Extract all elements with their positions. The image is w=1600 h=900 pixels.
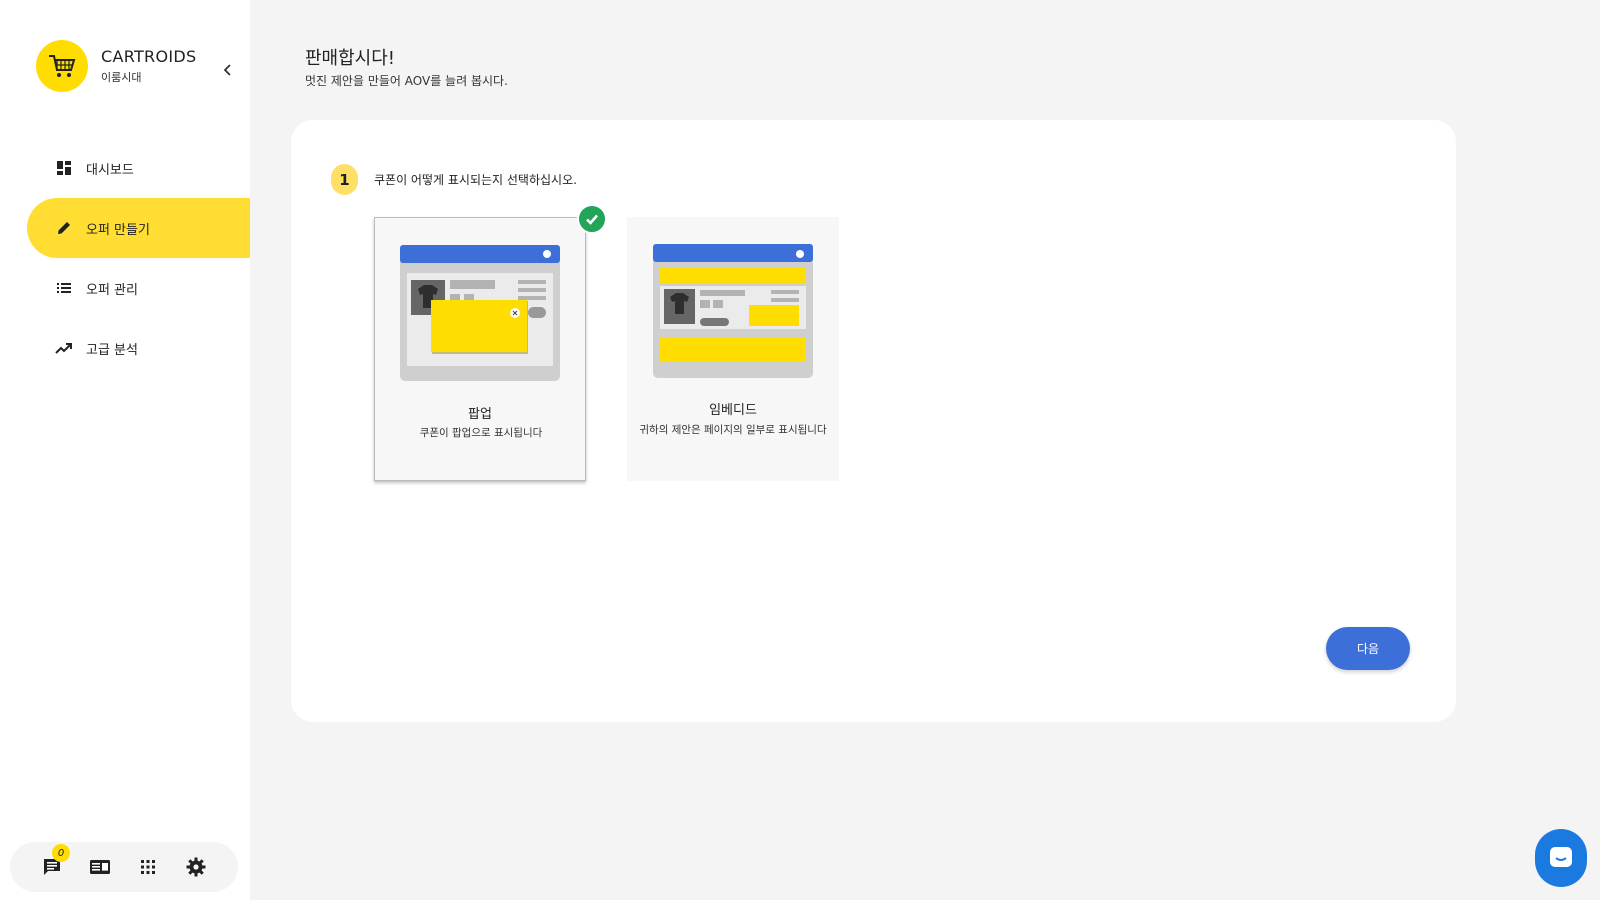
popup-illustration <box>400 245 560 381</box>
article-icon <box>90 860 110 874</box>
sidebar-item-manage-offers[interactable]: 오퍼 관리 <box>0 258 250 318</box>
step-header: 1 쿠폰이 어떻게 표시되는지 선택하십시오. <box>331 164 577 195</box>
sidebar-item-label: 오퍼 관리 <box>86 282 138 298</box>
settings-button[interactable] <box>185 856 207 878</box>
sidebar: CARTROIDS 이룸시대 대시보드 오퍼 만들기 오퍼 관리 고급 분석 0 <box>0 0 250 900</box>
brand-subtitle: 이룸시대 <box>101 71 142 84</box>
cart-logo-icon <box>36 40 88 92</box>
apps-button[interactable] <box>137 856 159 878</box>
sidebar-item-label: 고급 분석 <box>86 342 138 358</box>
sidebar-footer: 0 <box>10 842 238 892</box>
offer-setup-card: 1 쿠폰이 어떻게 표시되는지 선택하십시오. 팝업 쿠폰이 팝업으로 표시됩니… <box>291 120 1456 722</box>
chat-widget-icon <box>1550 847 1572 867</box>
option-description: 쿠폰이 팝업으로 표시됩니다 <box>419 427 543 439</box>
brand: CARTROIDS 이룸시대 <box>36 40 196 92</box>
step-instruction: 쿠폰이 어떻게 표시되는지 선택하십시오. <box>374 173 577 187</box>
chevron-left-icon <box>223 64 231 76</box>
option-title: 임베디드 <box>709 403 757 418</box>
check-circle-icon <box>577 204 607 234</box>
chat-count-badge: 0 <box>52 844 70 862</box>
chat-button[interactable]: 0 <box>41 844 70 878</box>
trending-up-icon <box>55 339 73 357</box>
sidebar-item-advanced-analytics[interactable]: 고급 분석 <box>0 318 250 378</box>
page-subtitle: 멋진 제안을 만들어 AOV를 늘려 봅시다. <box>305 74 508 88</box>
pencil-icon <box>55 219 73 237</box>
sidebar-item-label: 대시보드 <box>86 162 134 178</box>
page-title: 판매합시다! <box>305 48 396 69</box>
dashboard-icon <box>55 159 73 177</box>
option-title: 팝업 <box>468 407 492 422</box>
list-icon <box>55 279 73 297</box>
sidebar-nav: 대시보드 오퍼 만들기 오퍼 관리 고급 분석 <box>0 138 250 378</box>
next-button[interactable]: 다음 <box>1326 627 1410 670</box>
collapse-sidebar-button[interactable] <box>220 62 236 78</box>
sidebar-item-dashboard[interactable]: 대시보드 <box>0 138 250 198</box>
embedded-illustration <box>653 244 813 378</box>
apps-grid-icon <box>141 860 155 874</box>
brand-name: CARTROIDS <box>101 47 197 66</box>
support-chat-launcher[interactable] <box>1535 829 1587 887</box>
step-number: 1 <box>331 164 358 195</box>
news-button[interactable] <box>89 856 111 878</box>
display-option-embedded[interactable]: 임베디드 귀하의 제안은 페이지의 일부로 표시됩니다 <box>627 217 839 481</box>
option-description: 귀하의 제안은 페이지의 일부로 표시됩니다 <box>639 424 827 436</box>
sidebar-item-label: 오퍼 만들기 <box>86 222 150 238</box>
sidebar-item-create-offer[interactable]: 오퍼 만들기 <box>27 198 250 258</box>
display-option-popup[interactable]: 팝업 쿠폰이 팝업으로 표시됩니다 <box>374 204 607 481</box>
gear-icon <box>186 857 206 877</box>
